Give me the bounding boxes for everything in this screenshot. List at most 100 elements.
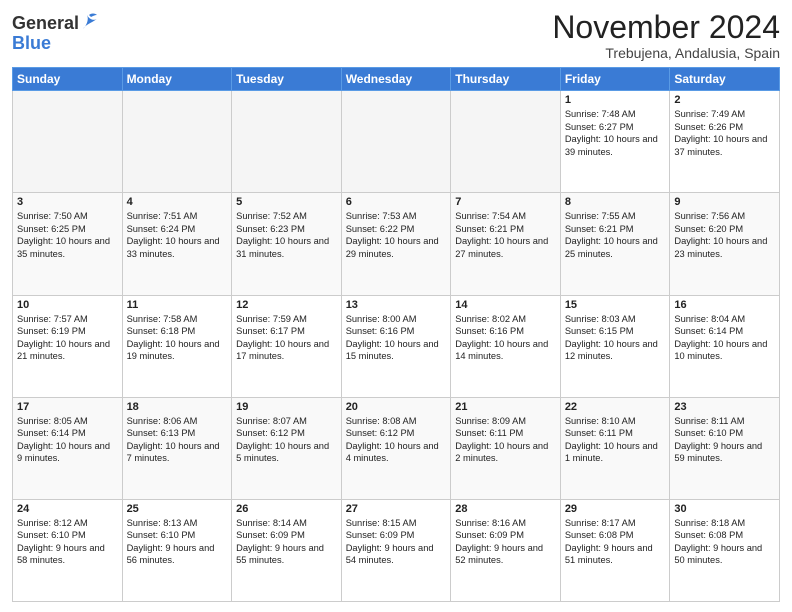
calendar-cell: 26 Sunrise: 8:14 AM Sunset: 6:09 PM Dayli… [232,499,342,601]
calendar-cell: 29 Sunrise: 8:17 AM Sunset: 6:08 PM Dayli… [560,499,670,601]
day-number: 26 [236,503,337,515]
calendar-cell: 13 Sunrise: 8:00 AM Sunset: 6:16 PM Dayli… [341,295,451,397]
day-number: 21 [455,401,556,413]
day-number: 5 [236,196,337,208]
day-info: Sunrise: 8:00 AM Sunset: 6:16 PM Dayligh… [346,313,447,363]
calendar-cell: 14 Sunrise: 8:02 AM Sunset: 6:16 PM Dayli… [451,295,561,397]
day-number: 27 [346,503,447,515]
day-number: 28 [455,503,556,515]
weekday-header-wednesday: Wednesday [341,68,451,91]
calendar-cell: 7Sunrise: 7:54 AM Sunset: 6:21 PM Daylig… [451,193,561,295]
calendar-cell: 19 Sunrise: 8:07 AM Sunset: 6:12 PM Dayli… [232,397,342,499]
day-info: Sunrise: 8:03 AM Sunset: 6:15 PM Dayligh… [565,313,666,363]
day-number: 19 [236,401,337,413]
day-number: 10 [17,299,118,311]
logo-bird-icon [81,11,99,33]
calendar-cell: 8 Sunrise: 7:55 AM Sunset: 6:21 PM Daylig… [560,193,670,295]
weekday-header-saturday: Saturday [670,68,780,91]
calendar-cell: 28 Sunrise: 8:16 AM Sunset: 6:09 PM Dayli… [451,499,561,601]
day-info: Sunrise: 8:07 AM Sunset: 6:12 PM Dayligh… [236,415,337,465]
logo-general-text: General [12,14,79,34]
day-info: Sunrise: 7:48 AM Sunset: 6:27 PM Dayligh… [565,108,666,158]
calendar-cell [341,91,451,193]
day-info: Sunrise: 8:02 AM Sunset: 6:16 PM Dayligh… [455,313,556,363]
day-info: Sunrise: 8:16 AM Sunset: 6:09 PM Dayligh… [455,517,556,567]
calendar-week-2: 3 Sunrise: 7:50 AM Sunset: 6:25 PM Daylig… [13,193,780,295]
calendar-cell: 16 Sunrise: 8:04 AM Sunset: 6:14 PM Dayli… [670,295,780,397]
calendar-cell: 22 Sunrise: 8:10 AM Sunset: 6:11 PM Dayli… [560,397,670,499]
day-info: Sunrise: 7:56 AM Sunset: 6:20 PM Dayligh… [674,210,775,260]
day-number: 1 [565,94,666,106]
day-info: Sunrise: 7:58 AM Sunset: 6:18 PM Dayligh… [127,313,228,363]
day-number: 23 [674,401,775,413]
calendar-cell: 30 Sunrise: 8:18 AM Sunset: 6:08 PM Dayli… [670,499,780,601]
calendar-cell: 18Sunrise: 8:06 AM Sunset: 6:13 PM Dayli… [122,397,232,499]
day-info: Sunrise: 8:06 AM Sunset: 6:13 PM Dayligh… [127,415,228,465]
day-number: 22 [565,401,666,413]
day-number: 13 [346,299,447,311]
day-number: 2 [674,94,775,106]
day-info: Sunrise: 8:05 AM Sunset: 6:14 PM Dayligh… [17,415,118,465]
day-info: Sunrise: 7:57 AM Sunset: 6:19 PM Dayligh… [17,313,118,363]
calendar-cell: 1 Sunrise: 7:48 AM Sunset: 6:27 PM Daylig… [560,91,670,193]
day-number: 4 [127,196,228,208]
day-number: 12 [236,299,337,311]
day-number: 15 [565,299,666,311]
calendar-week-4: 17 Sunrise: 8:05 AM Sunset: 6:14 PM Dayli… [13,397,780,499]
day-number: 6 [346,196,447,208]
header: General Blue November 2024 Trebujena, An… [12,10,780,61]
calendar-cell [13,91,123,193]
day-number: 9 [674,196,775,208]
weekday-header-row: SundayMondayTuesdayWednesdayThursdayFrid… [13,68,780,91]
day-info: Sunrise: 7:54 AM Sunset: 6:21 PM Dayligh… [455,210,556,260]
calendar-cell [451,91,561,193]
calendar-cell: 4 Sunrise: 7:51 AM Sunset: 6:24 PM Daylig… [122,193,232,295]
calendar-cell: 10 Sunrise: 7:57 AM Sunset: 6:19 PM Dayli… [13,295,123,397]
day-info: Sunrise: 7:53 AM Sunset: 6:22 PM Dayligh… [346,210,447,260]
calendar-cell: 17 Sunrise: 8:05 AM Sunset: 6:14 PM Dayli… [13,397,123,499]
day-info: Sunrise: 8:12 AM Sunset: 6:10 PM Dayligh… [17,517,118,567]
calendar-cell: 12Sunrise: 7:59 AM Sunset: 6:17 PM Dayli… [232,295,342,397]
day-info: Sunrise: 8:10 AM Sunset: 6:11 PM Dayligh… [565,415,666,465]
weekday-header-monday: Monday [122,68,232,91]
calendar-table: SundayMondayTuesdayWednesdayThursdayFrid… [12,67,780,602]
title-area: November 2024 Trebujena, Andalusia, Spai… [552,10,780,61]
calendar-cell: 21Sunrise: 8:09 AM Sunset: 6:11 PM Dayli… [451,397,561,499]
day-info: Sunrise: 8:15 AM Sunset: 6:09 PM Dayligh… [346,517,447,567]
day-number: 30 [674,503,775,515]
day-info: Sunrise: 7:55 AM Sunset: 6:21 PM Dayligh… [565,210,666,260]
weekday-header-friday: Friday [560,68,670,91]
calendar-week-3: 10 Sunrise: 7:57 AM Sunset: 6:19 PM Dayli… [13,295,780,397]
day-info: Sunrise: 8:13 AM Sunset: 6:10 PM Dayligh… [127,517,228,567]
day-number: 14 [455,299,556,311]
day-number: 11 [127,299,228,311]
day-info: Sunrise: 8:14 AM Sunset: 6:09 PM Dayligh… [236,517,337,567]
day-number: 24 [17,503,118,515]
logo: General Blue [12,14,99,54]
day-number: 8 [565,196,666,208]
day-info: Sunrise: 7:51 AM Sunset: 6:24 PM Dayligh… [127,210,228,260]
day-info: Sunrise: 8:17 AM Sunset: 6:08 PM Dayligh… [565,517,666,567]
day-number: 3 [17,196,118,208]
day-info: Sunrise: 7:49 AM Sunset: 6:26 PM Dayligh… [674,108,775,158]
calendar-cell: 11 Sunrise: 7:58 AM Sunset: 6:18 PM Dayli… [122,295,232,397]
day-info: Sunrise: 8:18 AM Sunset: 6:08 PM Dayligh… [674,517,775,567]
day-number: 16 [674,299,775,311]
calendar-cell: 20Sunrise: 8:08 AM Sunset: 6:12 PM Dayli… [341,397,451,499]
calendar-cell: 15 Sunrise: 8:03 AM Sunset: 6:15 PM Dayli… [560,295,670,397]
day-info: Sunrise: 8:11 AM Sunset: 6:10 PM Dayligh… [674,415,775,465]
calendar-cell: 3 Sunrise: 7:50 AM Sunset: 6:25 PM Daylig… [13,193,123,295]
logo-blue-text: Blue [12,33,51,53]
day-info: Sunrise: 7:52 AM Sunset: 6:23 PM Dayligh… [236,210,337,260]
calendar-cell: 6 Sunrise: 7:53 AM Sunset: 6:22 PM Daylig… [341,193,451,295]
page: General Blue November 2024 Trebujena, An… [0,0,792,612]
day-info: Sunrise: 7:50 AM Sunset: 6:25 PM Dayligh… [17,210,118,260]
day-number: 29 [565,503,666,515]
calendar-cell: 23 Sunrise: 8:11 AM Sunset: 6:10 PM Dayli… [670,397,780,499]
calendar-week-5: 24 Sunrise: 8:12 AM Sunset: 6:10 PM Dayli… [13,499,780,601]
calendar-cell: 27 Sunrise: 8:15 AM Sunset: 6:09 PM Dayli… [341,499,451,601]
calendar-cell: 5 Sunrise: 7:52 AM Sunset: 6:23 PM Daylig… [232,193,342,295]
calendar-cell: 24 Sunrise: 8:12 AM Sunset: 6:10 PM Dayli… [13,499,123,601]
day-info: Sunrise: 8:04 AM Sunset: 6:14 PM Dayligh… [674,313,775,363]
day-number: 17 [17,401,118,413]
